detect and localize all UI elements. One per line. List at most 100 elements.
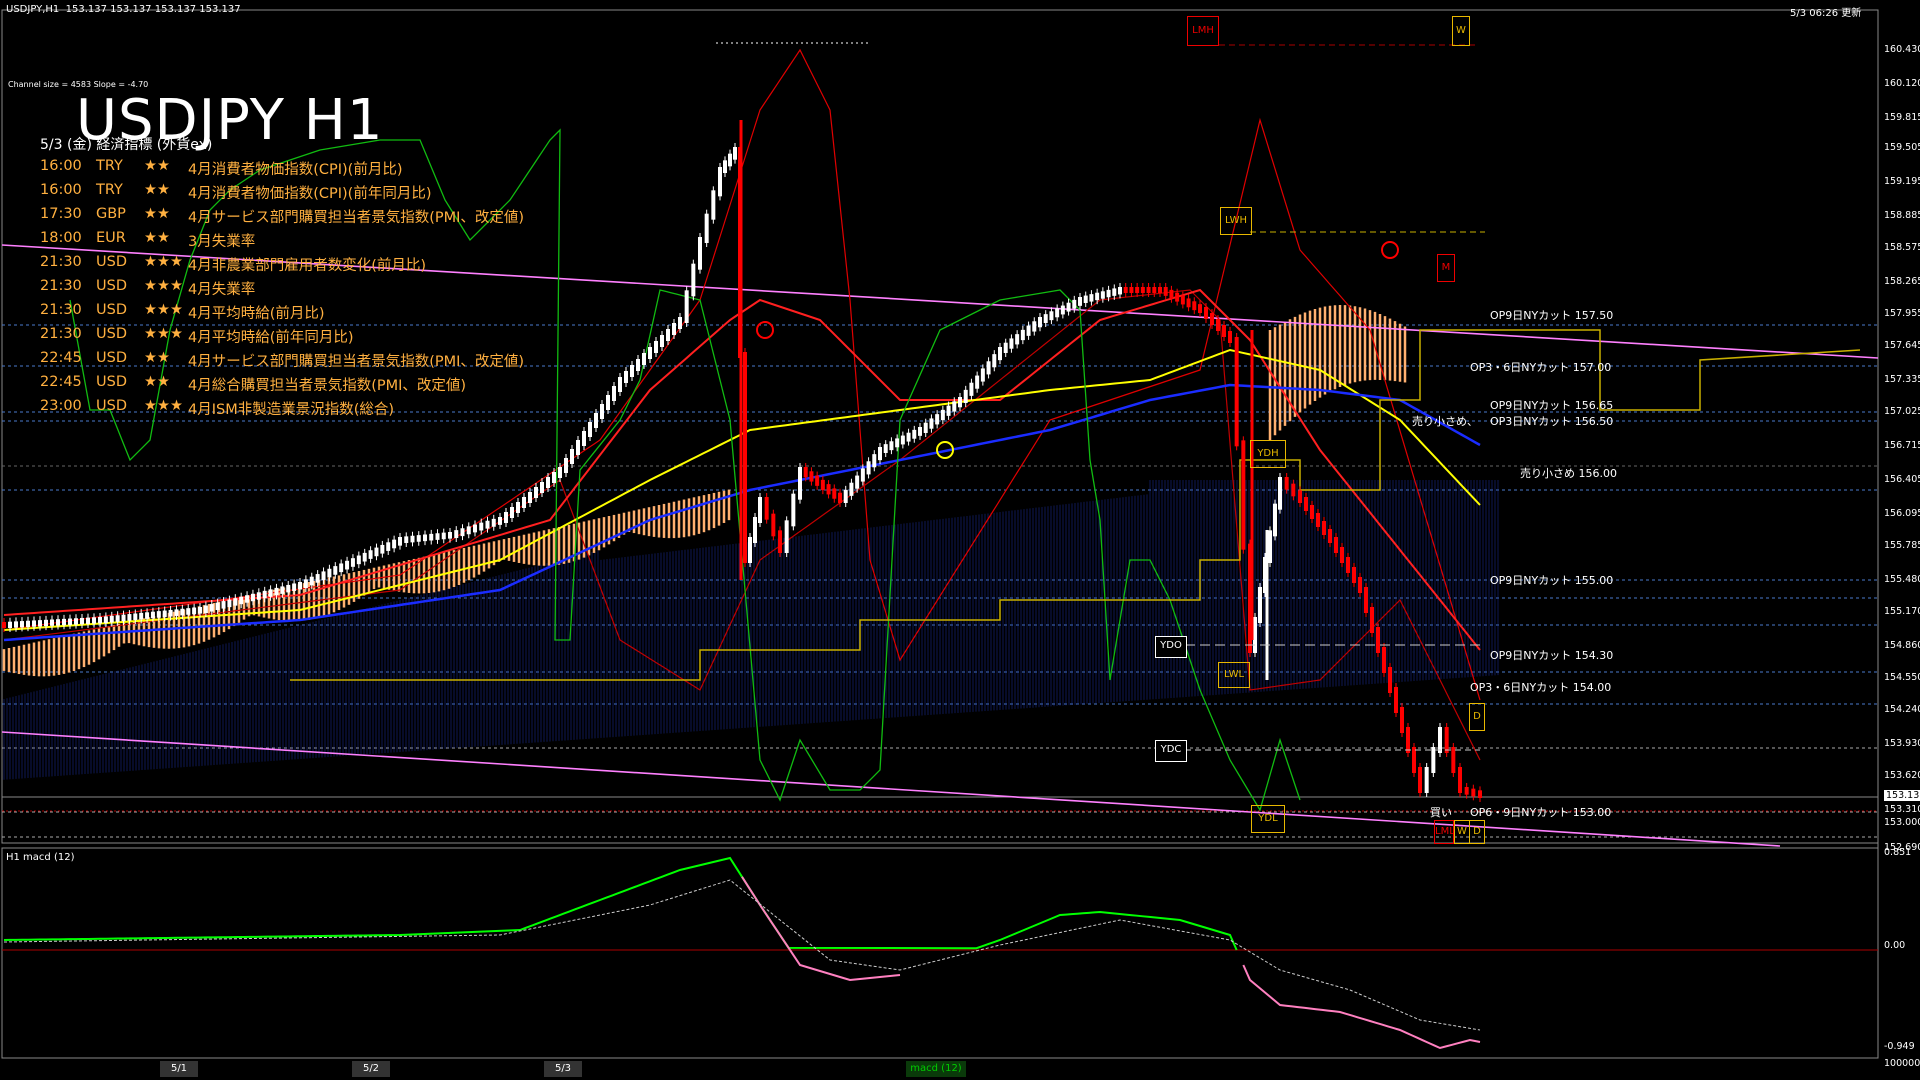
candle-body <box>209 604 214 612</box>
candle-body <box>866 461 871 475</box>
option-level-label: OP3・6日NYカット 157.00 <box>1470 361 1612 374</box>
candle-body <box>1175 292 1180 302</box>
candle-body <box>1060 305 1065 315</box>
candle-body <box>1278 477 1282 510</box>
candle-body <box>1216 319 1220 331</box>
calendar-cur: USD <box>96 350 127 366</box>
candle-body <box>345 560 350 570</box>
candle-body <box>748 537 752 563</box>
candle-body <box>356 555 361 565</box>
candle-body <box>1316 513 1320 527</box>
candle-body <box>1089 294 1094 302</box>
candle-body <box>215 602 220 611</box>
price-tick: 160.430 <box>1884 44 1920 55</box>
price-tick: 160.120 <box>1884 78 1920 89</box>
candle-body <box>624 371 628 383</box>
candle-body <box>1273 503 1277 537</box>
macd-tick: 0.00 <box>1884 940 1906 951</box>
option-level-label: OP9日NYカット 154.30 <box>1490 649 1614 662</box>
candle-body <box>843 489 848 503</box>
time-strip-segment <box>62 1061 122 1077</box>
candle-body <box>1020 329 1025 341</box>
candle-body <box>1158 287 1162 293</box>
candle-body <box>1055 308 1060 318</box>
candle-body <box>1192 301 1197 311</box>
calendar-cur: TRY <box>96 158 123 174</box>
candle-body <box>771 513 776 537</box>
candle-body <box>250 593 255 602</box>
candle-body <box>594 413 598 428</box>
candle-body <box>174 609 179 616</box>
candle-body <box>895 438 900 448</box>
candle-body <box>1015 334 1020 345</box>
candle-body <box>1152 287 1157 293</box>
candle-body <box>1284 477 1289 490</box>
candle-body <box>1038 317 1042 328</box>
candle-body <box>1471 788 1476 797</box>
candle-body <box>1412 747 1416 773</box>
candle-body <box>416 535 421 542</box>
calendar-event: 4月平均時給(前年同月比) <box>188 330 354 346</box>
m-box: M <box>1437 254 1455 282</box>
candle-body <box>684 290 689 323</box>
candle-body <box>963 389 968 403</box>
candle-body <box>1032 321 1037 332</box>
candle-body <box>969 382 974 396</box>
calendar-cur: USD <box>96 326 127 342</box>
macd-label: H1 macd (12) <box>6 852 75 863</box>
candle-body <box>1112 288 1117 296</box>
time-tab-5-1[interactable]: 5/1 <box>160 1061 198 1077</box>
candle-body <box>1340 547 1344 563</box>
time-tab-5-2[interactable]: 5/2 <box>352 1061 390 1077</box>
price-tick: 159.505 <box>1884 142 1920 153</box>
candle-body <box>441 532 446 540</box>
calendar-event: 4月消費者物価指数(CPI)(前月比) <box>188 162 403 178</box>
candle-body <box>50 619 54 626</box>
candle-body <box>764 497 769 520</box>
ydo-box: YDO <box>1155 636 1187 658</box>
candle-body <box>618 377 622 392</box>
candle-body <box>878 447 882 461</box>
calendar-time: 21:30 <box>40 302 82 318</box>
candle-body <box>606 395 610 410</box>
candle-body <box>1451 747 1456 773</box>
price-tick: 154.550 <box>1884 672 1920 683</box>
option-level-label: 売り小さめ、 <box>1412 415 1478 428</box>
candle-body <box>711 190 716 220</box>
ydl-box: YDL <box>1251 805 1285 833</box>
price-tick: 157.335 <box>1884 374 1920 385</box>
candle-body <box>127 614 132 621</box>
macd-tick: 0.851 <box>1884 847 1912 858</box>
candle-body <box>860 468 865 482</box>
candle-body <box>1352 567 1356 583</box>
price-tick: 156.715 <box>1884 440 1920 451</box>
option-level-label: OP3・6日NYカット 154.00 <box>1470 681 1612 694</box>
candle-body <box>522 497 526 508</box>
candle-body <box>1291 483 1296 497</box>
candle-body <box>582 431 586 446</box>
candle-body <box>838 492 842 503</box>
candle-body <box>718 167 722 197</box>
ydc-box: YDC <box>1155 740 1187 762</box>
candle-body <box>180 608 185 616</box>
time-scale-bar[interactable]: 5/1 5/2 5/3 macd (12) <box>0 1061 1920 1080</box>
candle-body <box>192 607 197 615</box>
calendar-stars: ★★ <box>144 182 170 198</box>
candle-body <box>636 359 640 371</box>
calendar-event: 4月失業率 <box>188 282 256 298</box>
calendar-time: 17:30 <box>40 206 82 222</box>
candle-body <box>233 598 238 606</box>
candle-body <box>1310 505 1314 519</box>
candle-body <box>576 440 580 455</box>
candle-body <box>239 596 244 605</box>
candle-body <box>1186 298 1191 308</box>
candle-body <box>145 612 150 619</box>
time-tab-5-3[interactable]: 5/3 <box>544 1061 582 1077</box>
calendar-event: 3月失業率 <box>188 234 256 250</box>
candle-body <box>1066 302 1071 312</box>
candle-body <box>672 323 676 335</box>
calendar-time: 16:00 <box>40 182 82 198</box>
fractal-up-marker <box>1381 241 1399 259</box>
candle-body <box>660 335 664 347</box>
indicator-tab[interactable]: macd (12) <box>906 1061 966 1077</box>
